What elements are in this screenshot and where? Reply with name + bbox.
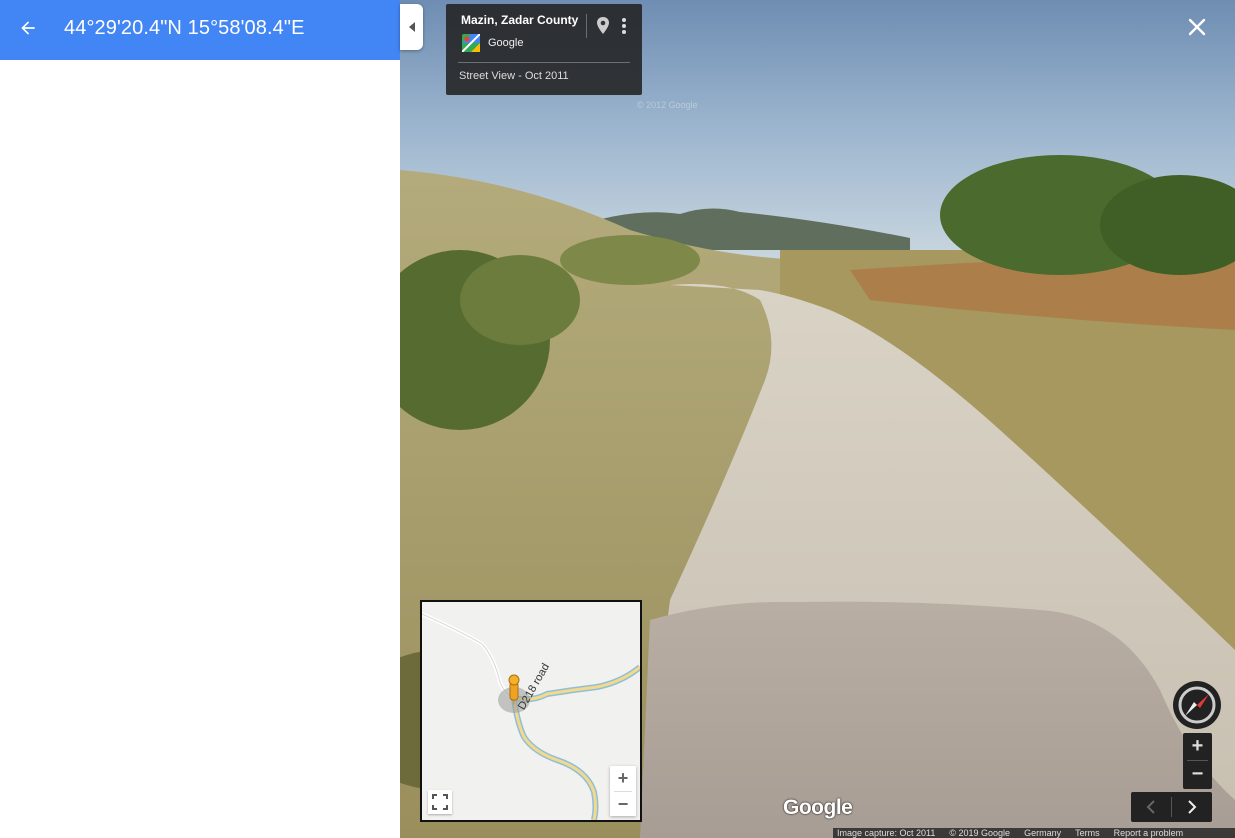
fullscreen-button[interactable] (428, 790, 452, 814)
google-maps-icon (462, 34, 480, 52)
close-icon (1188, 18, 1206, 36)
provider-row: Google (462, 34, 523, 52)
next-photo-button[interactable] (1172, 792, 1212, 822)
report-problem-link[interactable]: Report a problem (1114, 828, 1184, 838)
caret-left-icon (408, 22, 415, 32)
street-view-info-card: Mazin, Zadar County Google Street View -… (446, 4, 642, 95)
zoom-control: + − (1183, 733, 1212, 789)
compass-button[interactable] (1173, 681, 1221, 729)
panorama-watermark: © 2012 Google (637, 100, 698, 110)
photo-navigation (1131, 792, 1212, 822)
mini-map[interactable]: D218 road + − (420, 600, 642, 822)
arrow-back-icon (21, 21, 35, 35)
fullscreen-icon (432, 794, 448, 810)
zoom-in-button[interactable]: + (1183, 733, 1212, 760)
collapse-panel-button[interactable] (400, 4, 423, 50)
mini-map-zoom-out-button[interactable]: − (610, 792, 636, 817)
location-pin-button[interactable] (594, 14, 612, 38)
mini-map-zoom-control: + − (610, 766, 636, 816)
provider-label: Google (488, 37, 524, 49)
more-options-button[interactable] (617, 14, 631, 38)
side-panel: 44°29'20.4"N 15°58'08.4"E (0, 0, 400, 838)
chevron-left-icon (1146, 800, 1155, 814)
terms-link[interactable]: Terms (1075, 828, 1100, 838)
attribution-bar: Image capture: Oct 2011 © 2019 Google Ge… (833, 828, 1235, 838)
coordinates-title: 44°29'20.4"N 15°58'08.4"E (64, 17, 305, 39)
street-view-date: Street View - Oct 2011 (459, 70, 569, 82)
previous-photo-button[interactable] (1131, 792, 1171, 822)
divider (458, 62, 630, 63)
panel-header: 44°29'20.4"N 15°58'08.4"E (0, 0, 400, 60)
back-button[interactable] (10, 10, 46, 46)
copyright-text: © 2019 Google (949, 828, 1011, 838)
zoom-out-button[interactable]: − (1183, 761, 1212, 788)
close-button[interactable] (1182, 12, 1212, 42)
more-vert-icon (622, 18, 626, 34)
chevron-right-icon (1188, 800, 1197, 814)
mini-map-zoom-in-button[interactable]: + (610, 766, 636, 791)
compass-icon (1178, 686, 1216, 724)
divider (586, 14, 587, 38)
mini-map-canvas (422, 602, 640, 820)
google-logo: Google (783, 796, 853, 819)
region-link[interactable]: Germany (1024, 828, 1061, 838)
image-capture-date: Image capture: Oct 2011 (837, 828, 936, 838)
location-pin-icon (597, 17, 609, 34)
place-title[interactable]: Mazin, Zadar County (461, 13, 578, 27)
